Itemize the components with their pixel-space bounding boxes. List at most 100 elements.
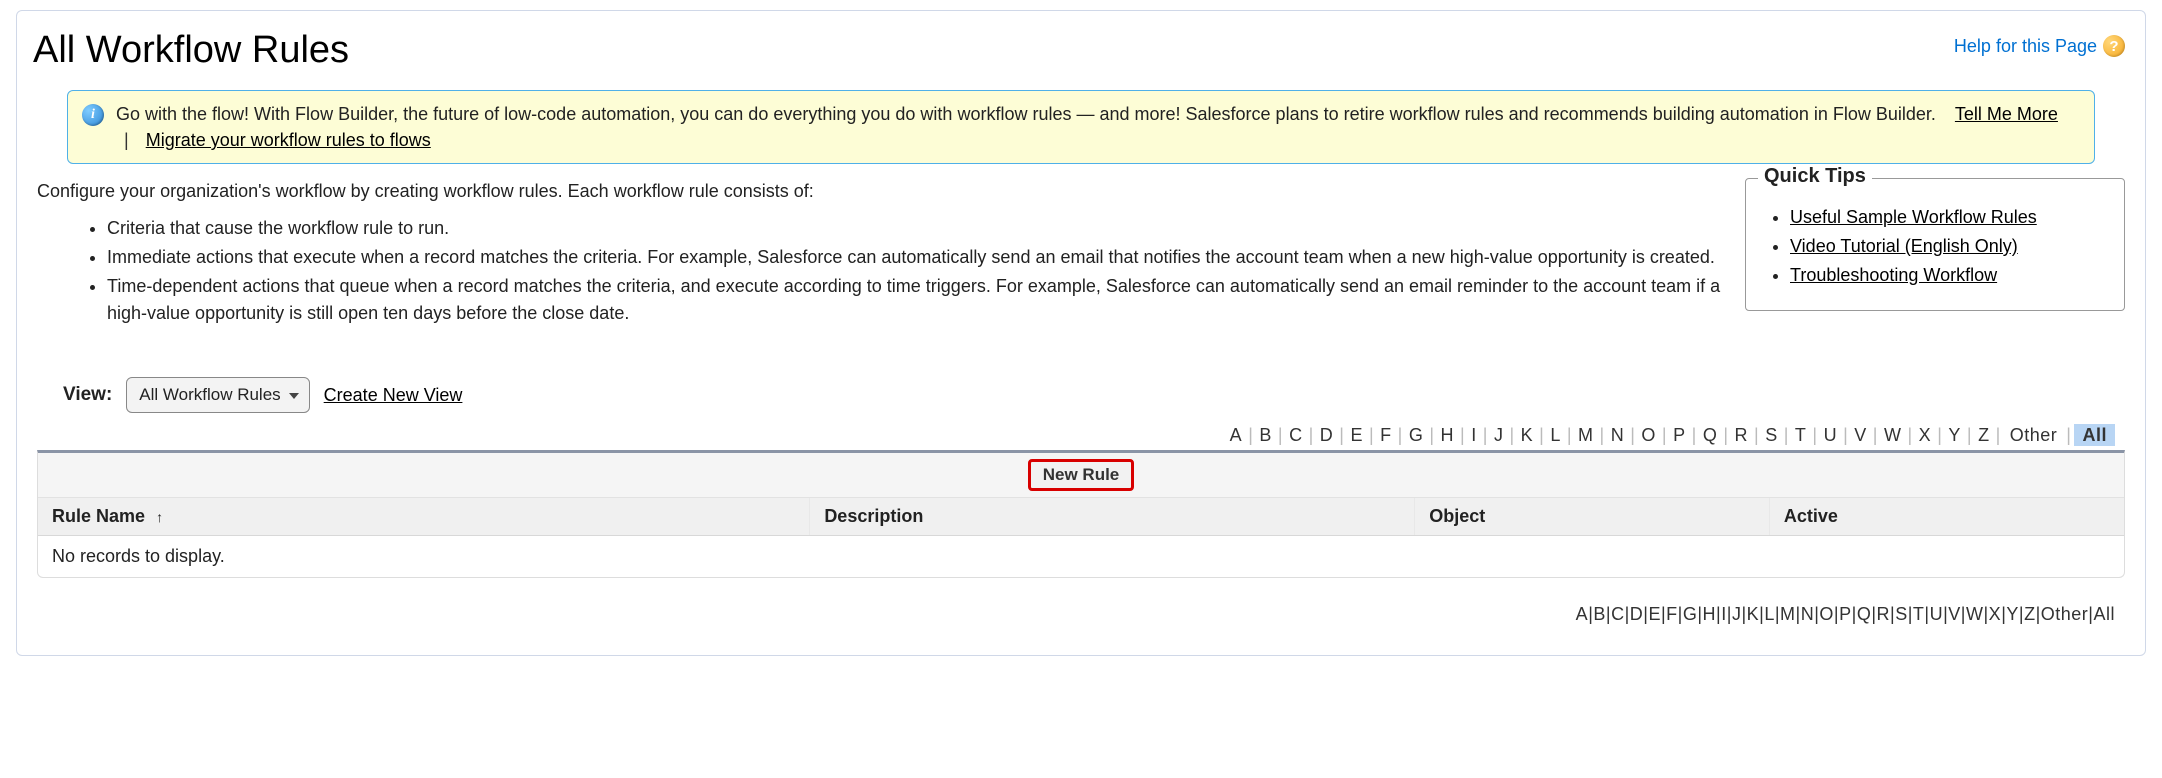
quick-tip-link[interactable]: Video Tutorial (English Only) <box>1790 236 2018 256</box>
alpha-letter-D[interactable]: D <box>1317 425 1337 445</box>
alpha-separator: | <box>1426 425 1437 445</box>
migrate-link[interactable]: Migrate your workflow rules to flows <box>146 130 431 150</box>
alpha-separator: | <box>1904 425 1915 445</box>
alpha-letter-Q[interactable]: Q <box>1700 425 1721 445</box>
intro-text: Configure your organization's workflow b… <box>37 178 1721 205</box>
alpha-separator: | <box>2063 425 2074 445</box>
alpha-letter-P[interactable]: P <box>1670 425 1689 445</box>
alpha-letter-Y[interactable]: Y <box>1945 425 1964 445</box>
alpha-separator: | <box>1245 425 1256 445</box>
intro-list: Criteria that cause the workflow rule to… <box>107 215 1721 327</box>
table-button-row: New Rule <box>38 453 2124 498</box>
view-selected: All Workflow Rules <box>139 385 280 405</box>
alpha-letter-V[interactable]: V <box>1948 604 1961 624</box>
alpha-letter-T[interactable]: T <box>1792 425 1810 445</box>
alpha-letter-M[interactable]: M <box>1780 604 1796 624</box>
alpha-letter-U[interactable]: U <box>1821 425 1841 445</box>
alpha-letter-O[interactable]: O <box>1638 425 1659 445</box>
banner-text: Go with the flow! With Flow Builder, the… <box>116 104 1936 124</box>
alpha-letter-N[interactable]: N <box>1801 604 1815 624</box>
col-active[interactable]: Active <box>1769 498 2124 536</box>
alpha-letter-X[interactable]: X <box>1989 604 2002 624</box>
alpha-letter-Q[interactable]: Q <box>1857 604 1872 624</box>
alpha-letter-N[interactable]: N <box>1608 425 1628 445</box>
alpha-letter-K[interactable]: K <box>1518 425 1537 445</box>
view-label: View: <box>63 384 112 406</box>
alpha-filter-top: A|B|C|D|E|F|G|H|I|J|K|L|M|N|O|P|Q|R|S|T|… <box>37 425 2125 446</box>
alpha-letter-T[interactable]: T <box>1913 604 1925 624</box>
tell-me-more-link[interactable]: Tell Me More <box>1955 104 2058 124</box>
alpha-other[interactable]: Other <box>2004 425 2064 445</box>
alpha-separator: | <box>1781 425 1792 445</box>
alpha-separator: | <box>1564 425 1575 445</box>
alpha-separator: | <box>1840 425 1851 445</box>
col-rule-name-label: Rule Name <box>52 506 145 526</box>
alpha-all[interactable]: All <box>2093 604 2115 624</box>
alpha-letter-H[interactable]: H <box>1438 425 1458 445</box>
alpha-letter-E[interactable]: E <box>1347 425 1366 445</box>
alpha-letter-Y[interactable]: Y <box>2006 604 2019 624</box>
alpha-letter-B[interactable]: B <box>1593 604 1606 624</box>
alpha-letter-L[interactable]: L <box>1547 425 1564 445</box>
alpha-separator: | <box>1993 425 2004 445</box>
alpha-letter-H[interactable]: H <box>1703 604 1717 624</box>
alpha-letter-C[interactable]: C <box>1286 425 1306 445</box>
banner-separator: | <box>124 130 129 150</box>
alpha-letter-S[interactable]: S <box>1762 425 1781 445</box>
alpha-letter-A[interactable]: A <box>1576 604 1589 624</box>
alpha-letter-G[interactable]: G <box>1406 425 1427 445</box>
alpha-letter-E[interactable]: E <box>1648 604 1661 624</box>
alpha-letter-L[interactable]: L <box>1764 604 1775 624</box>
alpha-letter-M[interactable]: M <box>1575 425 1597 445</box>
intro-list-item: Immediate actions that execute when a re… <box>107 244 1721 271</box>
alpha-letter-Z[interactable]: Z <box>1975 425 1993 445</box>
alpha-letter-J[interactable]: J <box>1491 425 1507 445</box>
alpha-letter-S[interactable]: S <box>1895 604 1908 624</box>
alpha-other[interactable]: Other <box>2041 604 2089 624</box>
alpha-letter-W[interactable]: W <box>1881 425 1905 445</box>
help-label: Help for this Page <box>1954 36 2097 57</box>
alpha-letter-X[interactable]: X <box>1916 425 1935 445</box>
alpha-separator: | <box>1536 425 1547 445</box>
help-link[interactable]: Help for this Page ? <box>1954 35 2125 57</box>
alpha-letter-K[interactable]: K <box>1747 604 1760 624</box>
alpha-separator: | <box>1275 425 1286 445</box>
alpha-separator: | <box>1934 425 1945 445</box>
alpha-letter-I[interactable]: I <box>1468 425 1480 445</box>
alpha-separator: | <box>1689 425 1700 445</box>
banner-text-container: Go with the flow! With Flow Builder, the… <box>116 101 2080 153</box>
rules-table-container: New Rule Rule Name ↑ Description Object … <box>37 450 2125 578</box>
page-header: All Workflow Rules Help for this Page ? <box>37 29 2125 72</box>
alpha-separator: | <box>1964 425 1975 445</box>
alpha-letter-U[interactable]: U <box>1930 604 1944 624</box>
alpha-all[interactable]: All <box>2074 424 2115 446</box>
alpha-letter-F[interactable]: F <box>1377 425 1395 445</box>
body-left: Configure your organization's workflow b… <box>37 178 1721 343</box>
view-select[interactable]: All Workflow Rules <box>126 377 309 413</box>
alpha-letter-F[interactable]: F <box>1666 604 1678 624</box>
alpha-letter-J[interactable]: J <box>1732 604 1742 624</box>
alpha-letter-A[interactable]: A <box>1227 425 1246 445</box>
alpha-letter-D[interactable]: D <box>1630 604 1644 624</box>
info-icon: i <box>82 104 104 126</box>
new-rule-button[interactable]: New Rule <box>1028 459 1135 491</box>
alpha-separator: | <box>1336 425 1347 445</box>
alpha-letter-P[interactable]: P <box>1839 604 1852 624</box>
alpha-letter-R[interactable]: R <box>1877 604 1891 624</box>
quick-tip-link[interactable]: Useful Sample Workflow Rules <box>1790 207 2037 227</box>
alpha-letter-Z[interactable]: Z <box>2024 604 2036 624</box>
alpha-separator: | <box>1597 425 1608 445</box>
quick-tip-link[interactable]: Troubleshooting Workflow <box>1790 265 1997 285</box>
alpha-letter-C[interactable]: C <box>1611 604 1625 624</box>
alpha-letter-W[interactable]: W <box>1966 604 1984 624</box>
alpha-letter-B[interactable]: B <box>1256 425 1275 445</box>
col-rule-name[interactable]: Rule Name ↑ <box>38 498 810 536</box>
create-new-view-link[interactable]: Create New View <box>324 385 463 406</box>
alpha-separator: | <box>1627 425 1638 445</box>
alpha-letter-R[interactable]: R <box>1732 425 1752 445</box>
col-object[interactable]: Object <box>1415 498 1770 536</box>
alpha-letter-O[interactable]: O <box>1819 604 1834 624</box>
alpha-letter-G[interactable]: G <box>1683 604 1698 624</box>
alpha-letter-V[interactable]: V <box>1851 425 1870 445</box>
col-description[interactable]: Description <box>810 498 1415 536</box>
